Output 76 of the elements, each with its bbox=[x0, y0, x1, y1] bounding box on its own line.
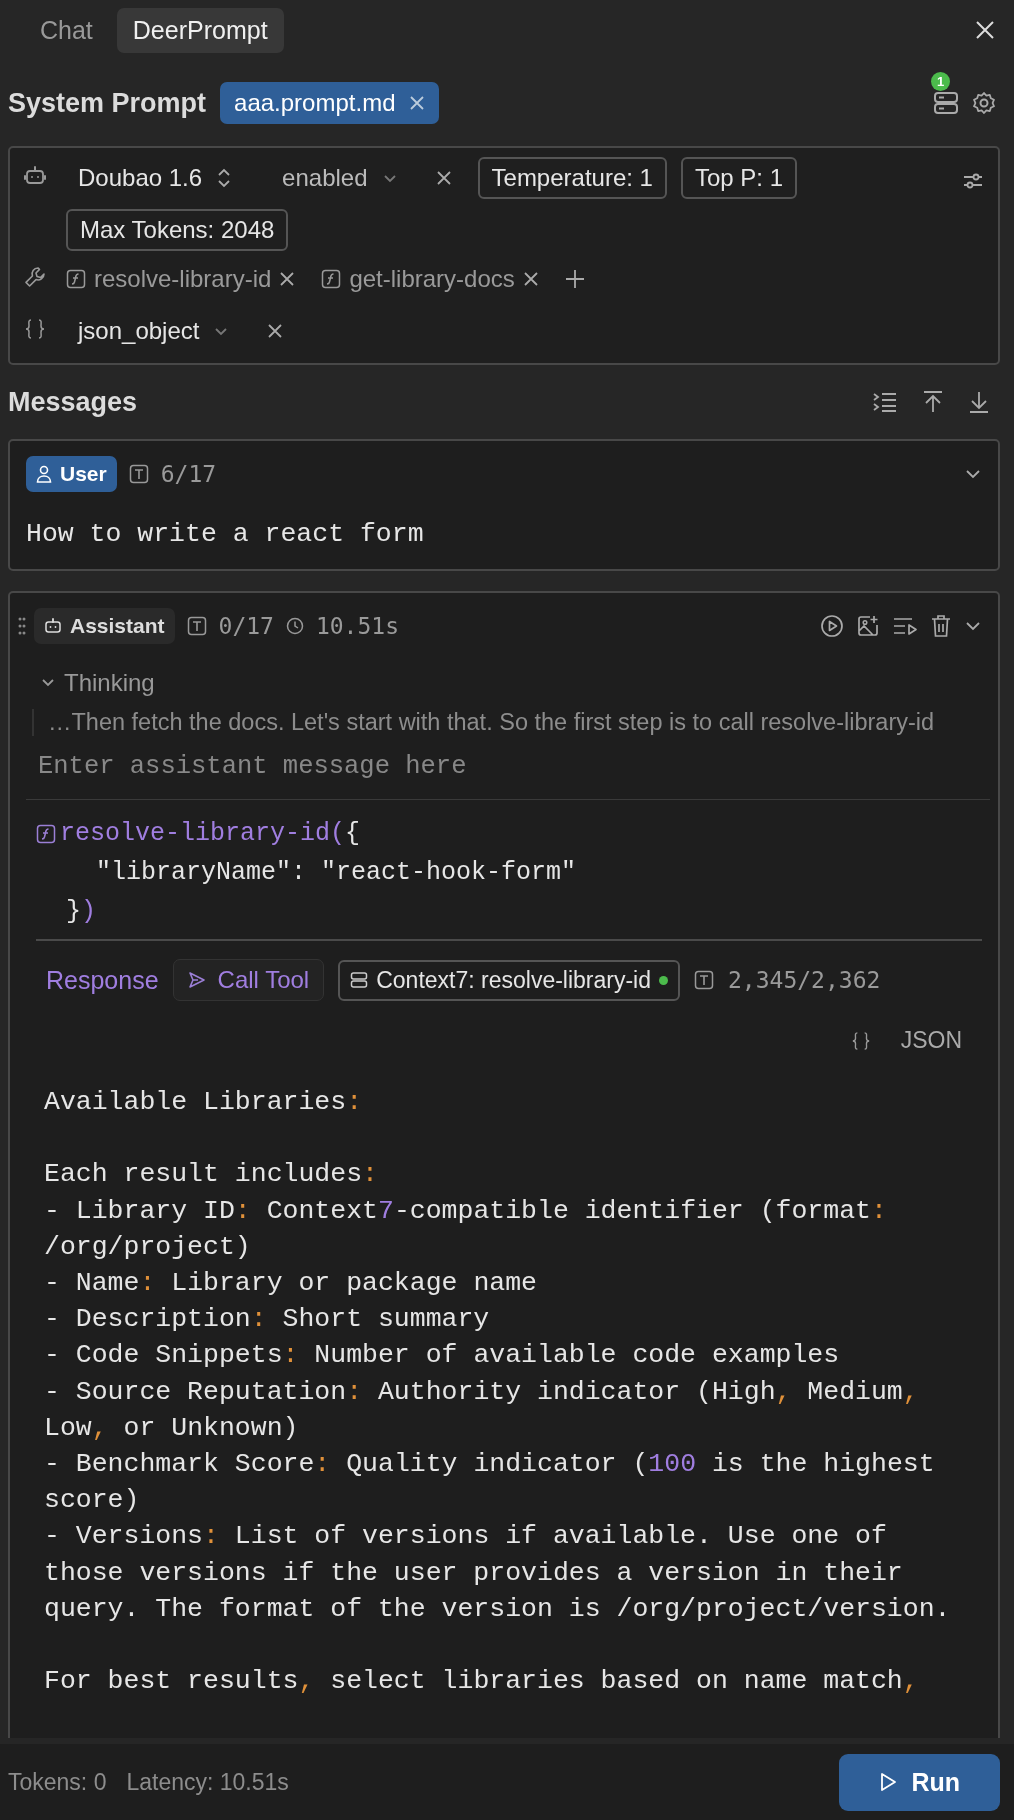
server-icon[interactable] bbox=[934, 92, 958, 114]
count-badge: 1 bbox=[931, 72, 950, 91]
person-icon bbox=[36, 465, 52, 483]
play-icon bbox=[879, 1772, 898, 1792]
remove-icon[interactable] bbox=[522, 270, 539, 287]
code-line: }) bbox=[66, 896, 98, 928]
function-icon bbox=[66, 268, 86, 289]
param-chip[interactable]: Temperature: 1 bbox=[477, 157, 667, 199]
section-title: Messages bbox=[8, 386, 138, 418]
param-chip[interactable]: Max Tokens: 2048 bbox=[66, 209, 289, 251]
model-select[interactable]: Doubao 1.6 bbox=[66, 158, 245, 198]
tab[interactable]: Chat bbox=[24, 7, 109, 53]
format-select[interactable]: json_object bbox=[66, 310, 242, 351]
tool-name: get-library-docs bbox=[349, 264, 515, 293]
call-tool-button[interactable]: Call Tool bbox=[172, 959, 325, 1001]
send-icon bbox=[187, 971, 206, 989]
function-icon bbox=[321, 268, 342, 289]
remove-icon[interactable] bbox=[267, 322, 284, 339]
response-text: - Benchmark Score: Quality indicator (100 is the highest score) bbox=[44, 1448, 936, 1518]
thinking-select[interactable]: enabled bbox=[270, 158, 410, 198]
text-icon bbox=[186, 616, 207, 636]
message-text: How to write a react form bbox=[26, 519, 425, 549]
add-icon[interactable] bbox=[564, 268, 585, 289]
role-chip: User bbox=[26, 456, 117, 492]
token-count: 6/17 bbox=[160, 461, 217, 487]
response-text: Each result includes: bbox=[44, 1158, 379, 1192]
add-image-icon[interactable] bbox=[856, 614, 880, 638]
run-button[interactable]: Run bbox=[839, 1753, 1000, 1811]
response-text: Available Libraries: bbox=[44, 1086, 364, 1119]
remove-icon[interactable] bbox=[279, 270, 296, 287]
text-icon bbox=[128, 464, 149, 484]
settings-icon[interactable] bbox=[972, 91, 996, 115]
response-text: - Name: Library or package name bbox=[44, 1267, 538, 1300]
response-text: - Code Snippets: Number of available code examples bbox=[44, 1339, 841, 1373]
remove-icon[interactable] bbox=[435, 170, 452, 186]
play-icon[interactable] bbox=[820, 614, 844, 638]
message-input[interactable]: Enter assistant message here bbox=[26, 736, 990, 800]
duration: 10.51s bbox=[315, 613, 399, 639]
wrench-icon bbox=[24, 266, 46, 288]
response-label: Response bbox=[46, 965, 159, 995]
latency: Latency: 10.51s bbox=[126, 1768, 289, 1796]
arrow-down-icon[interactable] bbox=[968, 390, 990, 414]
tool-name: resolve-library-id bbox=[94, 264, 272, 293]
format-toggle[interactable]: JSON bbox=[900, 1027, 962, 1054]
server-icon bbox=[350, 971, 369, 989]
role-chip: Assistant bbox=[34, 608, 175, 644]
response-text: - Library ID: Context7-compatible identifier (format: /org/project) bbox=[44, 1194, 888, 1264]
param-chip[interactable]: Top P: 1 bbox=[680, 157, 797, 199]
robot-icon bbox=[24, 165, 46, 187]
braces-icon bbox=[24, 318, 46, 340]
drag-handle-icon[interactable] bbox=[18, 616, 26, 636]
token-total: Tokens: 0 bbox=[8, 1768, 107, 1796]
list-play-icon[interactable] bbox=[892, 615, 918, 637]
function-icon bbox=[36, 823, 56, 844]
thinking-text: …Then fetch the docs. Let's start with that. So the first step is to call resolve-library-id bbox=[48, 709, 935, 735]
response-text: For best results, select libraries based on name match, bbox=[44, 1665, 920, 1699]
server-chip[interactable]: Context7: resolve-library-id bbox=[338, 959, 680, 1001]
robot-icon bbox=[44, 618, 62, 634]
thinking-toggle[interactable]: Thinking bbox=[40, 669, 155, 697]
response-text: - Versions: List of versions if available. Use one of those versions if the user provides a version in their query. The format of the version is /org/project/version. bbox=[44, 1520, 952, 1626]
token-count: 2,345/2,362 bbox=[728, 967, 881, 993]
arrow-up-icon[interactable] bbox=[922, 390, 944, 414]
token-count: 0/17 bbox=[218, 613, 274, 639]
trash-icon[interactable] bbox=[930, 614, 952, 638]
clock-icon bbox=[285, 617, 304, 635]
list-icon[interactable] bbox=[872, 390, 898, 414]
file-chip[interactable]: aaa.prompt.md bbox=[220, 82, 440, 124]
response-text: - Description: Short summary bbox=[44, 1303, 491, 1337]
tab[interactable]: DeerPrompt bbox=[116, 7, 284, 53]
response-text: - Source Reputation: Authority indicator (High, Medium, Low, or Unknown) bbox=[44, 1375, 920, 1445]
updown-icon bbox=[216, 167, 233, 189]
braces-icon bbox=[850, 1029, 871, 1052]
code-line: "libraryName": "react-hook-form" bbox=[95, 857, 578, 889]
section-title: System Prompt bbox=[8, 87, 207, 119]
text-icon bbox=[694, 970, 714, 990]
close-icon[interactable] bbox=[974, 19, 996, 41]
